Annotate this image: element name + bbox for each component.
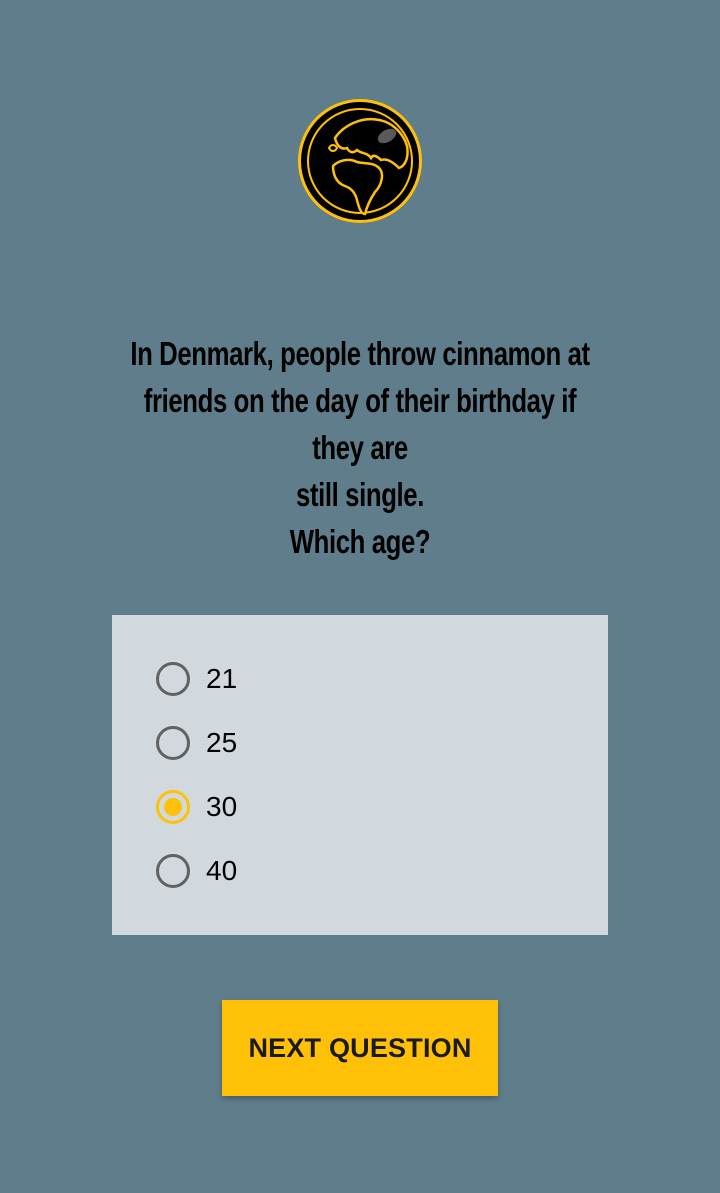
next-question-button[interactable]: NEXT QUESTION [222,1000,498,1096]
option-label: 30 [206,791,238,822]
option-30[interactable]: 30 [156,787,237,827]
question-line: friends on the day of their birthday if … [143,382,577,466]
question-line: In Denmark, people throw cinnamon at [130,335,590,372]
option-21[interactable]: 21 [156,659,237,699]
option-label: 21 [206,663,238,694]
question-line: still single. [296,476,424,513]
radio-button[interactable] [156,854,190,888]
radio-button-selected[interactable] [156,790,190,824]
question-line: Which age? [289,523,431,560]
option-25[interactable]: 25 [156,723,237,763]
radio-button[interactable] [156,726,190,760]
question-text: In Denmark, people throw cinnamon at fri… [118,330,602,565]
radio-button[interactable] [156,662,190,696]
globe-icon [295,96,425,226]
option-40[interactable]: 40 [156,851,237,891]
answer-options-card: 21 25 30 40 [112,615,608,935]
option-label: 40 [206,855,238,886]
option-label: 25 [206,727,238,758]
